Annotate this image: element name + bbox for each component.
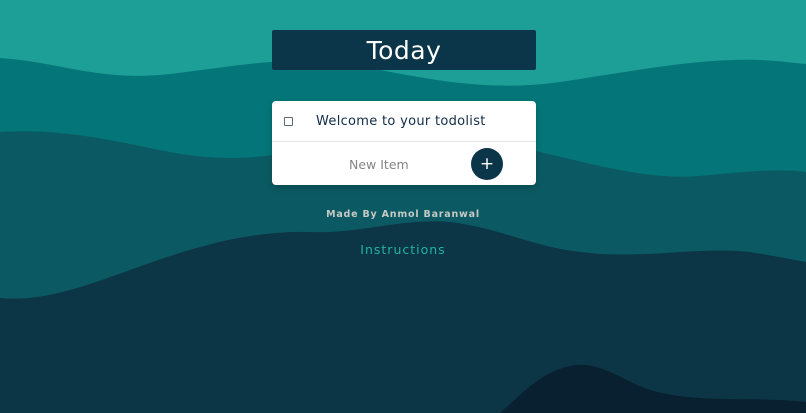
- instructions-link[interactable]: Instructions: [0, 242, 806, 257]
- page-title: Today: [366, 35, 442, 65]
- todo-item-label: Welcome to your todolist: [316, 113, 486, 129]
- add-item-button[interactable]: +: [471, 148, 503, 180]
- checkbox-icon[interactable]: [284, 116, 293, 126]
- footer-credit: Made By Anmol Baranwal: [326, 209, 480, 220]
- todo-item: Welcome to your todolist: [272, 101, 536, 142]
- todo-list-card: Welcome to your todolist +: [272, 101, 536, 185]
- list-title-banner: Today: [272, 30, 536, 70]
- new-item-input[interactable]: [349, 154, 459, 174]
- new-item-form: +: [272, 143, 536, 185]
- plus-icon: +: [479, 153, 495, 174]
